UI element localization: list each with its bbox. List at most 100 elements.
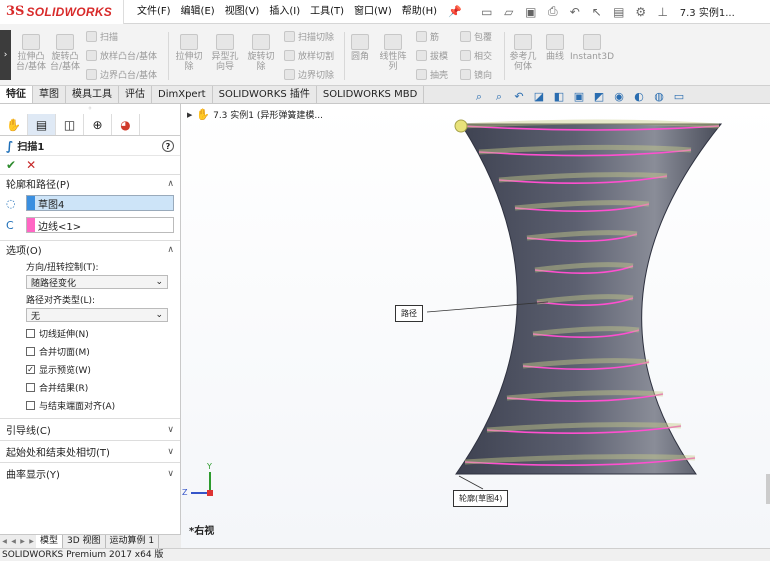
save-icon[interactable]: ▣ bbox=[522, 3, 540, 21]
tab-features[interactable]: 特征 bbox=[0, 86, 33, 103]
ref-geometry-button[interactable]: 参考几何体 bbox=[508, 34, 538, 72]
graphics-area[interactable]: ▶ ✋ 7.3 实例1 (异形弹簧建模... 路径 轮廓(草图4) Y Z *右… bbox=[181, 104, 770, 548]
mirror-button[interactable]: 镜向 bbox=[460, 68, 492, 81]
merge-tangent-faces-checkbox[interactable]: 合并切面(M) bbox=[0, 342, 180, 360]
last-tab-icon[interactable]: ▶ bbox=[27, 537, 36, 547]
shell-button[interactable]: 抽壳 bbox=[416, 68, 448, 81]
pin-icon[interactable]: 📌 bbox=[448, 5, 462, 18]
tab-3d-views[interactable]: 3D 视图 bbox=[63, 535, 106, 548]
feature-manager-icon[interactable]: ✋ bbox=[0, 114, 28, 135]
pane-grip[interactable]: ◦ bbox=[0, 104, 180, 114]
tab-dimxpert[interactable]: DimXpert bbox=[152, 86, 213, 103]
extrude-boss-button[interactable]: 拉伸凸台/基体 bbox=[14, 34, 48, 72]
align-end-faces-checkbox[interactable]: 与结束端面对齐(A) bbox=[0, 396, 180, 414]
menu-edit[interactable]: 编辑(E) bbox=[176, 0, 220, 24]
open-icon[interactable]: ▱ bbox=[500, 3, 518, 21]
menu-file[interactable]: 文件(F) bbox=[132, 0, 176, 24]
instant3d-button[interactable]: Instant3D bbox=[570, 34, 614, 62]
hide-show-icon[interactable]: ◉ bbox=[610, 90, 628, 104]
property-manager-icon[interactable]: ▤ bbox=[28, 114, 56, 135]
tab-evaluate[interactable]: 评估 bbox=[119, 86, 152, 103]
menu-insert[interactable]: 插入(I) bbox=[264, 0, 305, 24]
path-callout[interactable]: 路径 bbox=[395, 305, 423, 322]
options-icon[interactable]: ⚙ bbox=[632, 3, 650, 21]
expand-arrow-icon[interactable]: ▶ bbox=[187, 111, 192, 119]
ribbon-expand-icon[interactable]: › bbox=[0, 30, 11, 80]
tab-model[interactable]: 模型 bbox=[36, 535, 64, 548]
checkbox-box[interactable] bbox=[26, 328, 35, 338]
show-preview-checkbox[interactable]: ✓ 显示预览(W) bbox=[0, 360, 180, 378]
menu-window[interactable]: 窗口(W) bbox=[349, 0, 397, 24]
curves-button[interactable]: 曲线 bbox=[542, 34, 568, 62]
boundary-cut-button[interactable]: 边界切除 bbox=[284, 68, 334, 81]
prev-tab-icon[interactable]: ◀ bbox=[9, 537, 18, 547]
boundary-boss-button[interactable]: 边界凸台/基体 bbox=[86, 68, 157, 81]
next-tab-icon[interactable]: ▶ bbox=[18, 537, 27, 547]
menu-help[interactable]: 帮助(H) bbox=[397, 0, 442, 24]
view-orientation-icon[interactable]: ▣ bbox=[570, 90, 588, 104]
checkbox-box[interactable] bbox=[26, 346, 35, 356]
wrap-button[interactable]: 包覆 bbox=[460, 30, 492, 43]
print-icon[interactable]: ⎙ bbox=[544, 3, 562, 21]
profile-callout[interactable]: 轮廓(草图4) bbox=[453, 490, 509, 507]
select-icon[interactable]: ↖ bbox=[588, 3, 606, 21]
rib-button[interactable]: 筋 bbox=[416, 30, 439, 43]
path-align-dropdown[interactable]: 无 ⌄ bbox=[26, 308, 168, 322]
tab-mold-tools[interactable]: 模具工具 bbox=[66, 86, 119, 103]
viewport-scroll-handle[interactable] bbox=[766, 474, 770, 504]
first-tab-icon[interactable]: ◀ bbox=[0, 537, 9, 547]
merge-result-checkbox[interactable]: 合并结果(R) bbox=[0, 378, 180, 396]
ok-button[interactable]: ✔ bbox=[6, 158, 16, 172]
dimxpert-manager-icon[interactable]: ⊕ bbox=[84, 114, 112, 135]
tab-motion-study[interactable]: 运动算例 1 bbox=[106, 535, 160, 548]
checkbox-box[interactable] bbox=[26, 400, 35, 410]
dynamic-annotation-icon[interactable]: ◧ bbox=[550, 90, 568, 104]
cancel-button[interactable]: ✕ bbox=[26, 158, 36, 172]
menu-tools[interactable]: 工具(T) bbox=[305, 0, 349, 24]
menu-view[interactable]: 视图(V) bbox=[220, 0, 265, 24]
edit-appearance-icon[interactable]: ◐ bbox=[630, 90, 648, 104]
lofted-cut-button[interactable]: 放样切割 bbox=[284, 49, 334, 62]
tab-mbd[interactable]: SOLIDWORKS MBD bbox=[317, 86, 425, 103]
guide-curves-section[interactable]: 引导线(C) ∨ bbox=[0, 418, 180, 440]
zoom-area-icon[interactable]: ⌕ bbox=[490, 90, 508, 104]
path-selection-box[interactable]: 边线<1> bbox=[26, 217, 174, 233]
rebuild-icon[interactable]: ▤ bbox=[610, 3, 628, 21]
hole-wizard-button[interactable]: 异型孔向导 bbox=[208, 34, 242, 72]
display-style-icon[interactable]: ◩ bbox=[590, 90, 608, 104]
curvature-display-section[interactable]: 曲率显示(Y) ∨ bbox=[0, 462, 180, 484]
sweep-button[interactable]: 扫描 bbox=[86, 30, 118, 43]
linear-pattern-button[interactable]: 线性阵列 bbox=[376, 34, 410, 72]
tangent-propagation-checkbox[interactable]: 切线延伸(N) bbox=[0, 324, 180, 342]
help-icon[interactable]: ? bbox=[162, 139, 174, 152]
tab-sketch[interactable]: 草图 bbox=[33, 86, 66, 103]
fillet-button[interactable]: 圆角 bbox=[346, 34, 374, 62]
orientation-dropdown[interactable]: 随路径变化 ⌄ bbox=[26, 275, 168, 289]
intersect-button[interactable]: 相交 bbox=[460, 49, 492, 62]
section-view-icon[interactable]: ◪ bbox=[530, 90, 548, 104]
configuration-manager-icon[interactable]: ◫ bbox=[56, 114, 84, 135]
extrude-cut-button[interactable]: 拉伸切除 bbox=[172, 34, 206, 72]
previous-view-icon[interactable]: ↶ bbox=[510, 90, 528, 104]
profile-selection-box[interactable]: 草图4 bbox=[26, 195, 174, 211]
feature-tree-flyout[interactable]: ▶ ✋ 7.3 实例1 (异形弹簧建模... bbox=[187, 108, 323, 121]
view-settings-icon[interactable]: ▭ bbox=[670, 90, 688, 104]
revolve-boss-button[interactable]: 旋转凸台/基体 bbox=[48, 34, 82, 72]
zoom-to-fit-icon[interactable]: ⌕ bbox=[470, 90, 488, 104]
checkbox-box-checked[interactable]: ✓ bbox=[26, 364, 35, 374]
tab-addins[interactable]: SOLIDWORKS 插件 bbox=[213, 86, 317, 103]
profile-path-section[interactable]: 轮廓和路径(P) ∧ bbox=[0, 174, 180, 192]
pin-toolbar-icon[interactable]: ⊥ bbox=[654, 3, 672, 21]
apply-scene-icon[interactable]: ◍ bbox=[650, 90, 668, 104]
new-icon[interactable]: ▭ bbox=[478, 3, 496, 21]
display-manager-icon[interactable]: ◕ bbox=[112, 114, 140, 135]
undo-icon[interactable]: ↶ bbox=[566, 3, 584, 21]
solidworks-logo[interactable]: 3S SOLIDWORKS bbox=[0, 0, 124, 24]
checkbox-box[interactable] bbox=[26, 382, 35, 392]
revolve-cut-button[interactable]: 旋转切除 bbox=[244, 34, 278, 72]
draft-button[interactable]: 拔模 bbox=[416, 49, 448, 62]
swept-cut-button[interactable]: 扫描切除 bbox=[284, 30, 334, 43]
tangency-section[interactable]: 起始处和结束处相切(T) ∨ bbox=[0, 440, 180, 462]
loft-button[interactable]: 放样凸台/基体 bbox=[86, 49, 157, 62]
options-section[interactable]: 选项(O) ∧ bbox=[0, 240, 180, 258]
